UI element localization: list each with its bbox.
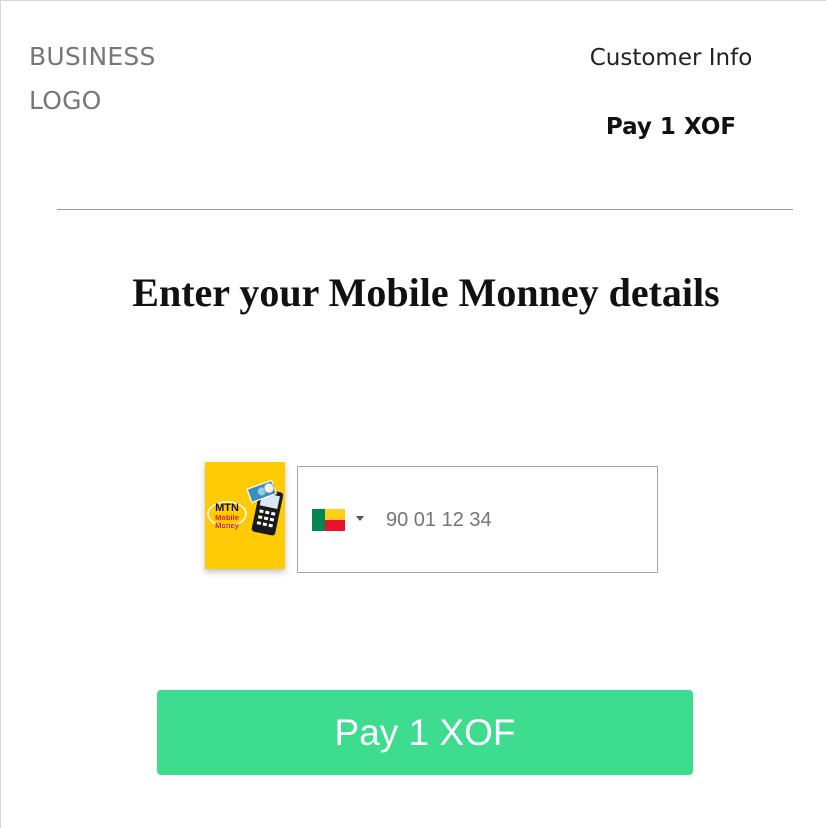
customer-info-label: Customer Info	[589, 45, 753, 71]
pay-amount-label: Pay 1 XOF	[605, 114, 737, 140]
money-logo-text: Money	[215, 521, 240, 530]
business-logo: BUSINESS LOGO	[29, 35, 209, 123]
phone-number-field[interactable]	[297, 466, 658, 573]
pay-button[interactable]: Pay 1 XOF	[157, 690, 693, 775]
mtn-mobile-money-logo: MTN Mobile Money	[205, 462, 285, 569]
country-dropdown-arrow-icon[interactable]	[356, 516, 364, 521]
phone-number-input[interactable]	[386, 503, 636, 537]
header-divider	[57, 209, 793, 210]
business-logo-line2: LOGO	[29, 86, 102, 115]
page-heading: Enter your Mobile Monney details	[132, 270, 720, 315]
mtn-logo-graphic: MTN Mobile Money	[207, 479, 284, 536]
business-logo-line1: BUSINESS	[29, 42, 156, 71]
benin-flag-icon[interactable]	[312, 509, 345, 531]
payment-page: BUSINESS LOGO Customer Info Pay 1 XOF En…	[0, 0, 826, 828]
